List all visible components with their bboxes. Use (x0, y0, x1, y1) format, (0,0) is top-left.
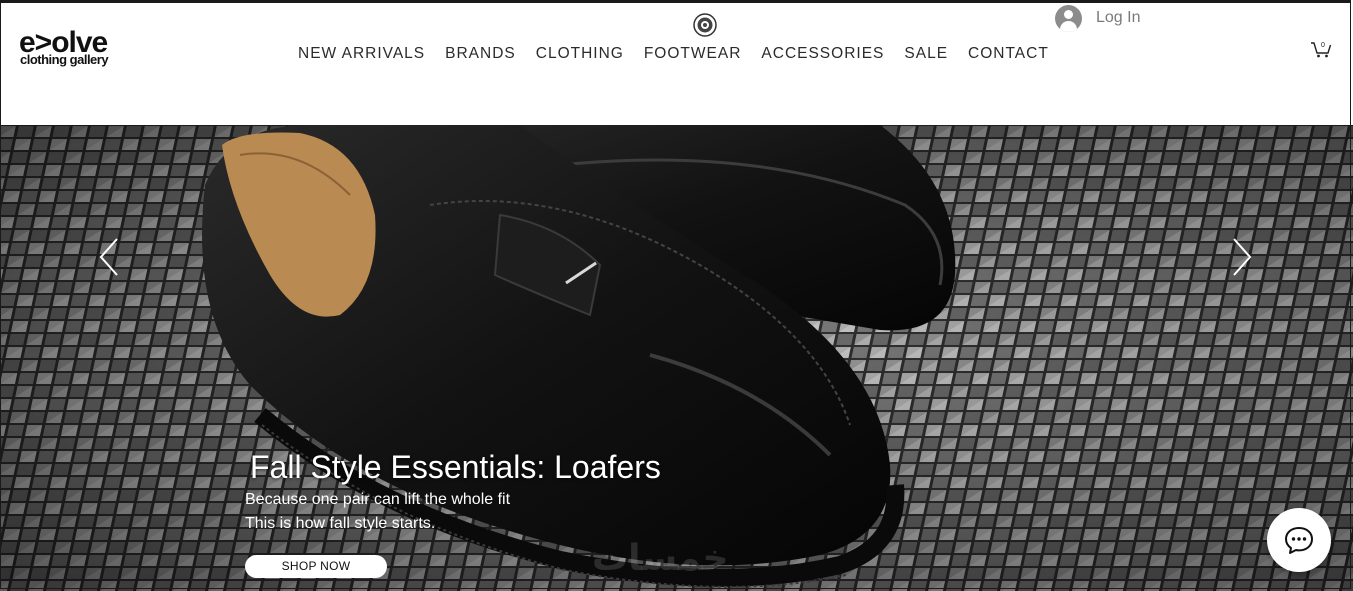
hero-subtitle-line-2: This is how fall style starts. (245, 515, 436, 532)
chevron-left-icon[interactable] (97, 237, 121, 277)
hero-subtitle-line-1: Because one pair can lift the whole fit (245, 491, 511, 508)
nav-sale[interactable]: SALE (894, 44, 958, 64)
brand-badge-icon[interactable] (693, 13, 717, 37)
shop-now-button[interactable]: SHOP NOW (245, 555, 387, 578)
nav-footwear[interactable]: FOOTWEAR (634, 44, 752, 64)
nav-brands[interactable]: BRANDS (435, 44, 526, 64)
login-button[interactable]: Log In (1055, 3, 1140, 33)
shopping-cart-icon[interactable]: 0 (1310, 38, 1332, 58)
hero-title: Fall Style Essentials: Loafers (250, 449, 661, 485)
cart-count: 0 (1321, 42, 1325, 49)
nav-new-arrivals[interactable]: NEW ARRIVALS (288, 44, 435, 64)
watermark: خمسات (592, 538, 729, 579)
chat-button[interactable] (1267, 508, 1331, 572)
nav-accessories[interactable]: ACCESSORIES (751, 44, 894, 64)
nav-clothing[interactable]: CLOTHING (526, 44, 634, 64)
chat-bubble-icon (1285, 527, 1313, 554)
main-navigation: NEW ARRIVALS BRANDS CLOTHING FOOTWEAR AC… (288, 44, 1059, 64)
site-logo[interactable]: e>olve clothing gallery (19, 28, 129, 74)
chevron-right-icon[interactable] (1230, 237, 1254, 277)
hero-slideshow: Fall Style Essentials: Loafers Because o… (0, 125, 1353, 591)
hero-image (0, 125, 1353, 591)
nav-contact[interactable]: CONTACT (958, 44, 1059, 64)
logo-tagline: clothing gallery (20, 52, 109, 67)
login-label: Log In (1096, 9, 1141, 26)
user-avatar-icon (1055, 4, 1082, 32)
site-header: e>olve clothing gallery NEW ARRIVALS BRA… (0, 0, 1353, 125)
